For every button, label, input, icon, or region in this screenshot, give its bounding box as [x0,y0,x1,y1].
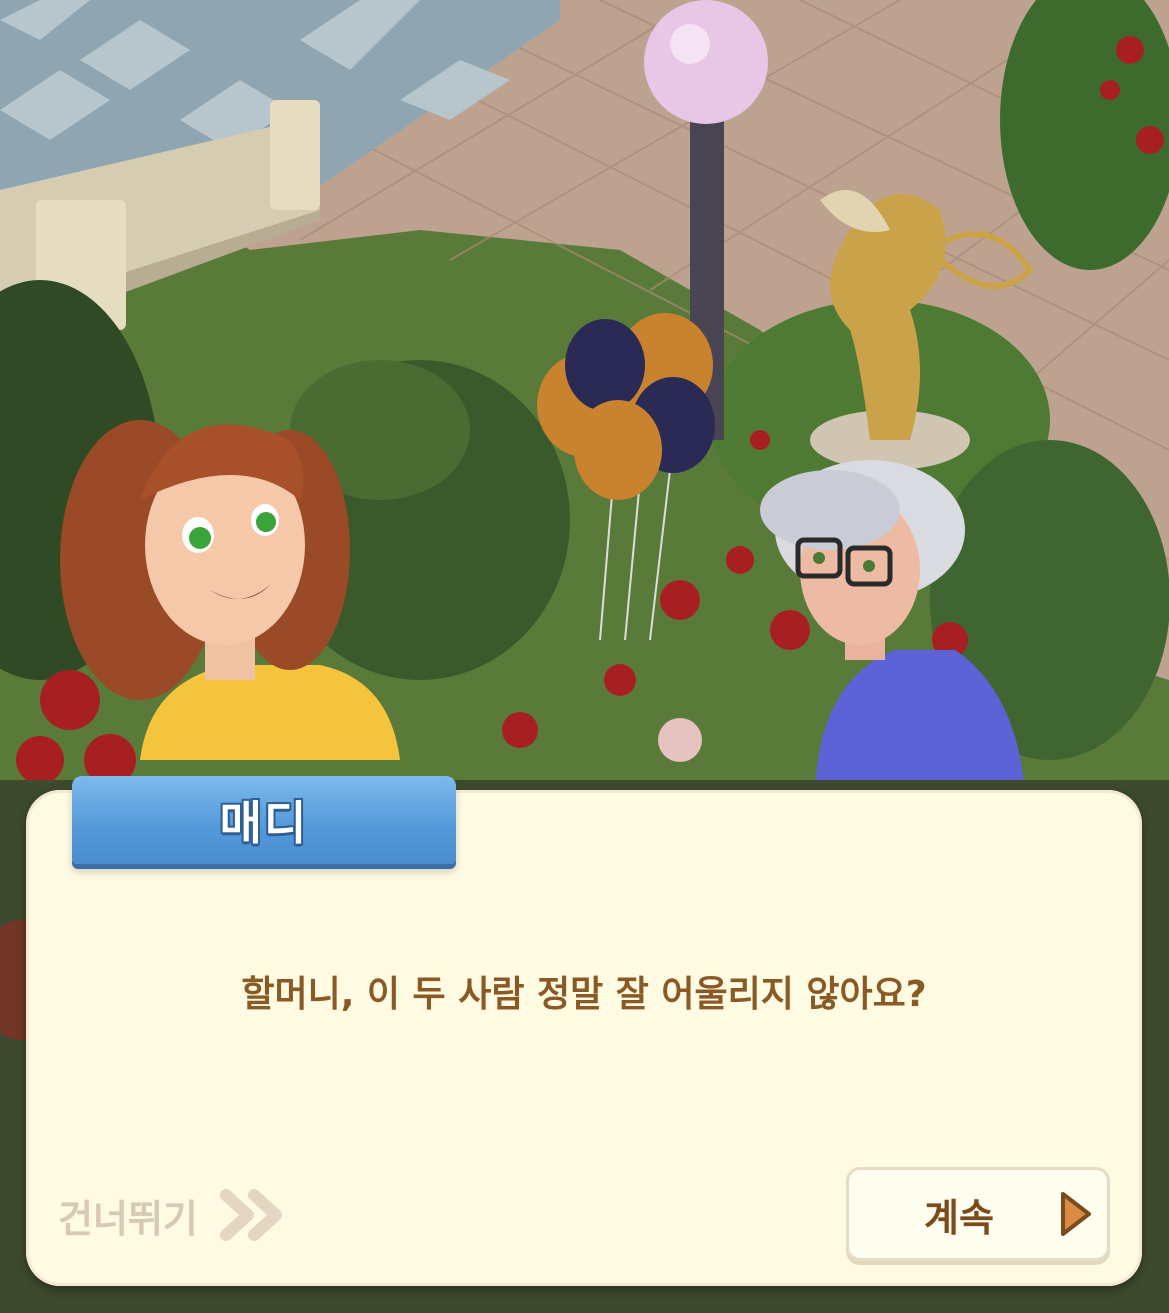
skip-button[interactable]: 건너뛰기 [58,1185,286,1245]
dialog-line: 할머니, 이 두 사람 정말 잘 어울리지 않아요? [241,974,927,1015]
play-triangle-icon [1061,1192,1091,1236]
continue-button[interactable]: 계속 [846,1167,1110,1261]
speaker-name: 매디 [219,796,309,850]
double-chevron-right-icon [219,1189,282,1241]
continue-label: 계속 [924,1195,994,1240]
skip-label: 건너뛰기 [58,1196,198,1241]
